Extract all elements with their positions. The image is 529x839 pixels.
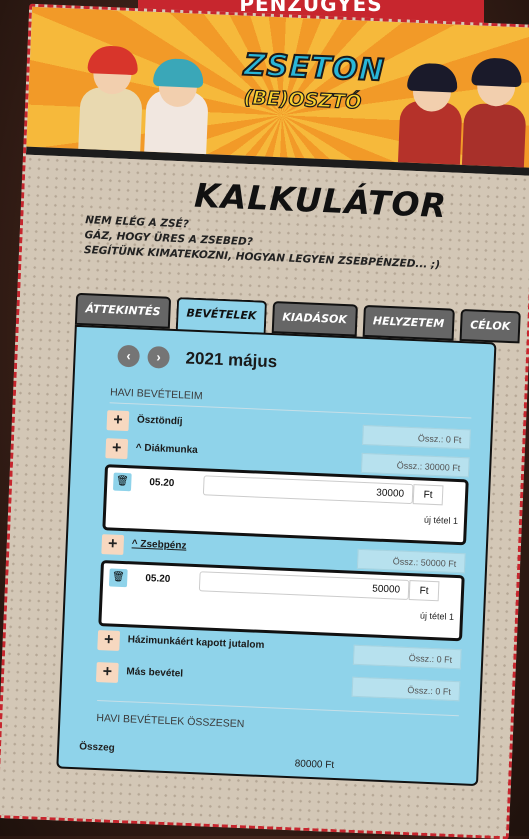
- new-item-label: új tétel 1: [419, 610, 455, 622]
- add-income-button[interactable]: +: [97, 630, 121, 651]
- calculator-card: ZSETON (BE)OSZTÓ KALKULÁTOR NEM ELÉG A Z…: [0, 3, 529, 839]
- income-panel: ‹ › 2021 május HAVI BEVÉTELEIM + Ösztönd…: [56, 324, 497, 787]
- chevron-right-icon[interactable]: ›: [147, 345, 171, 369]
- sub-entry: 🗑 05.20 30000 Ft új tétel 1: [102, 464, 469, 546]
- sub-entry: 🗑 05.20 50000 Ft új tétel 1: [98, 560, 465, 642]
- content-area: KALKULÁTOR NEM ELÉG A ZSÉ? GÁZ, HOGY ÜRE…: [0, 154, 529, 837]
- month-nav: ‹ › 2021 május: [117, 344, 278, 374]
- tab-kiadasok[interactable]: KIADÁSOK: [271, 301, 358, 337]
- entry-date: 05.20: [149, 477, 175, 490]
- character-illustration: [461, 57, 528, 168]
- amount-input[interactable]: 30000: [202, 475, 414, 505]
- new-item-label: új tétel 1: [423, 514, 459, 526]
- income-sum: Össz.: 0 Ft: [351, 676, 461, 702]
- income-label: Házimunkáért kapott jutalom: [127, 634, 265, 651]
- income-sum: Össz.: 0 Ft: [352, 644, 462, 670]
- chevron-left-icon[interactable]: ‹: [117, 344, 141, 368]
- section-title: HAVI BEVÉTELEIM: [109, 386, 203, 403]
- add-income-button[interactable]: +: [95, 661, 119, 683]
- income-sum: Össz.: 50000 Ft: [356, 548, 466, 574]
- header-banner: ZSETON (BE)OSZTÓ: [25, 6, 529, 176]
- income-sum: Össz.: 30000 Ft: [360, 452, 470, 478]
- character-illustration: [144, 57, 210, 155]
- character-illustration: [78, 45, 144, 152]
- add-income-button[interactable]: +: [105, 438, 129, 460]
- currency-label: Ft: [412, 484, 444, 506]
- income-sum: Össz.: 0 Ft: [362, 424, 471, 450]
- trash-icon[interactable]: 🗑: [112, 472, 132, 492]
- currency-label: Ft: [408, 580, 440, 602]
- income-row: + Más bevétel Össz.: 0 Ft: [95, 661, 461, 702]
- total-value: 80000 Ft: [294, 758, 335, 772]
- tab-attekintes[interactable]: ÁTTEKINTÉS: [74, 292, 172, 329]
- tab-celok[interactable]: CÉLOK: [459, 308, 521, 344]
- add-income-button[interactable]: +: [106, 410, 130, 432]
- amount-input[interactable]: 50000: [198, 571, 410, 601]
- totals-title: HAVI BEVÉTELEK ÖSSZESEN: [96, 712, 245, 731]
- logo: ZSETON (BE)OSZTÓ: [242, 47, 386, 115]
- income-label: Más bevétel: [126, 666, 184, 680]
- entry-date: 05.20: [145, 572, 171, 586]
- income-label: Ösztöndíj: [136, 414, 183, 428]
- trash-icon[interactable]: 🗑: [108, 568, 128, 588]
- add-income-button[interactable]: +: [101, 534, 125, 556]
- month-label: 2021 május: [185, 348, 278, 372]
- page-title: KALKULÁTOR: [193, 175, 448, 226]
- tab-helyzetem[interactable]: HELYZETEM: [362, 304, 455, 341]
- total-label: Összeg: [78, 741, 115, 754]
- income-label[interactable]: ^ Zsebpénz: [132, 538, 187, 551]
- income-label[interactable]: ^ Diákmunka: [136, 442, 198, 456]
- character-illustration: [397, 62, 464, 165]
